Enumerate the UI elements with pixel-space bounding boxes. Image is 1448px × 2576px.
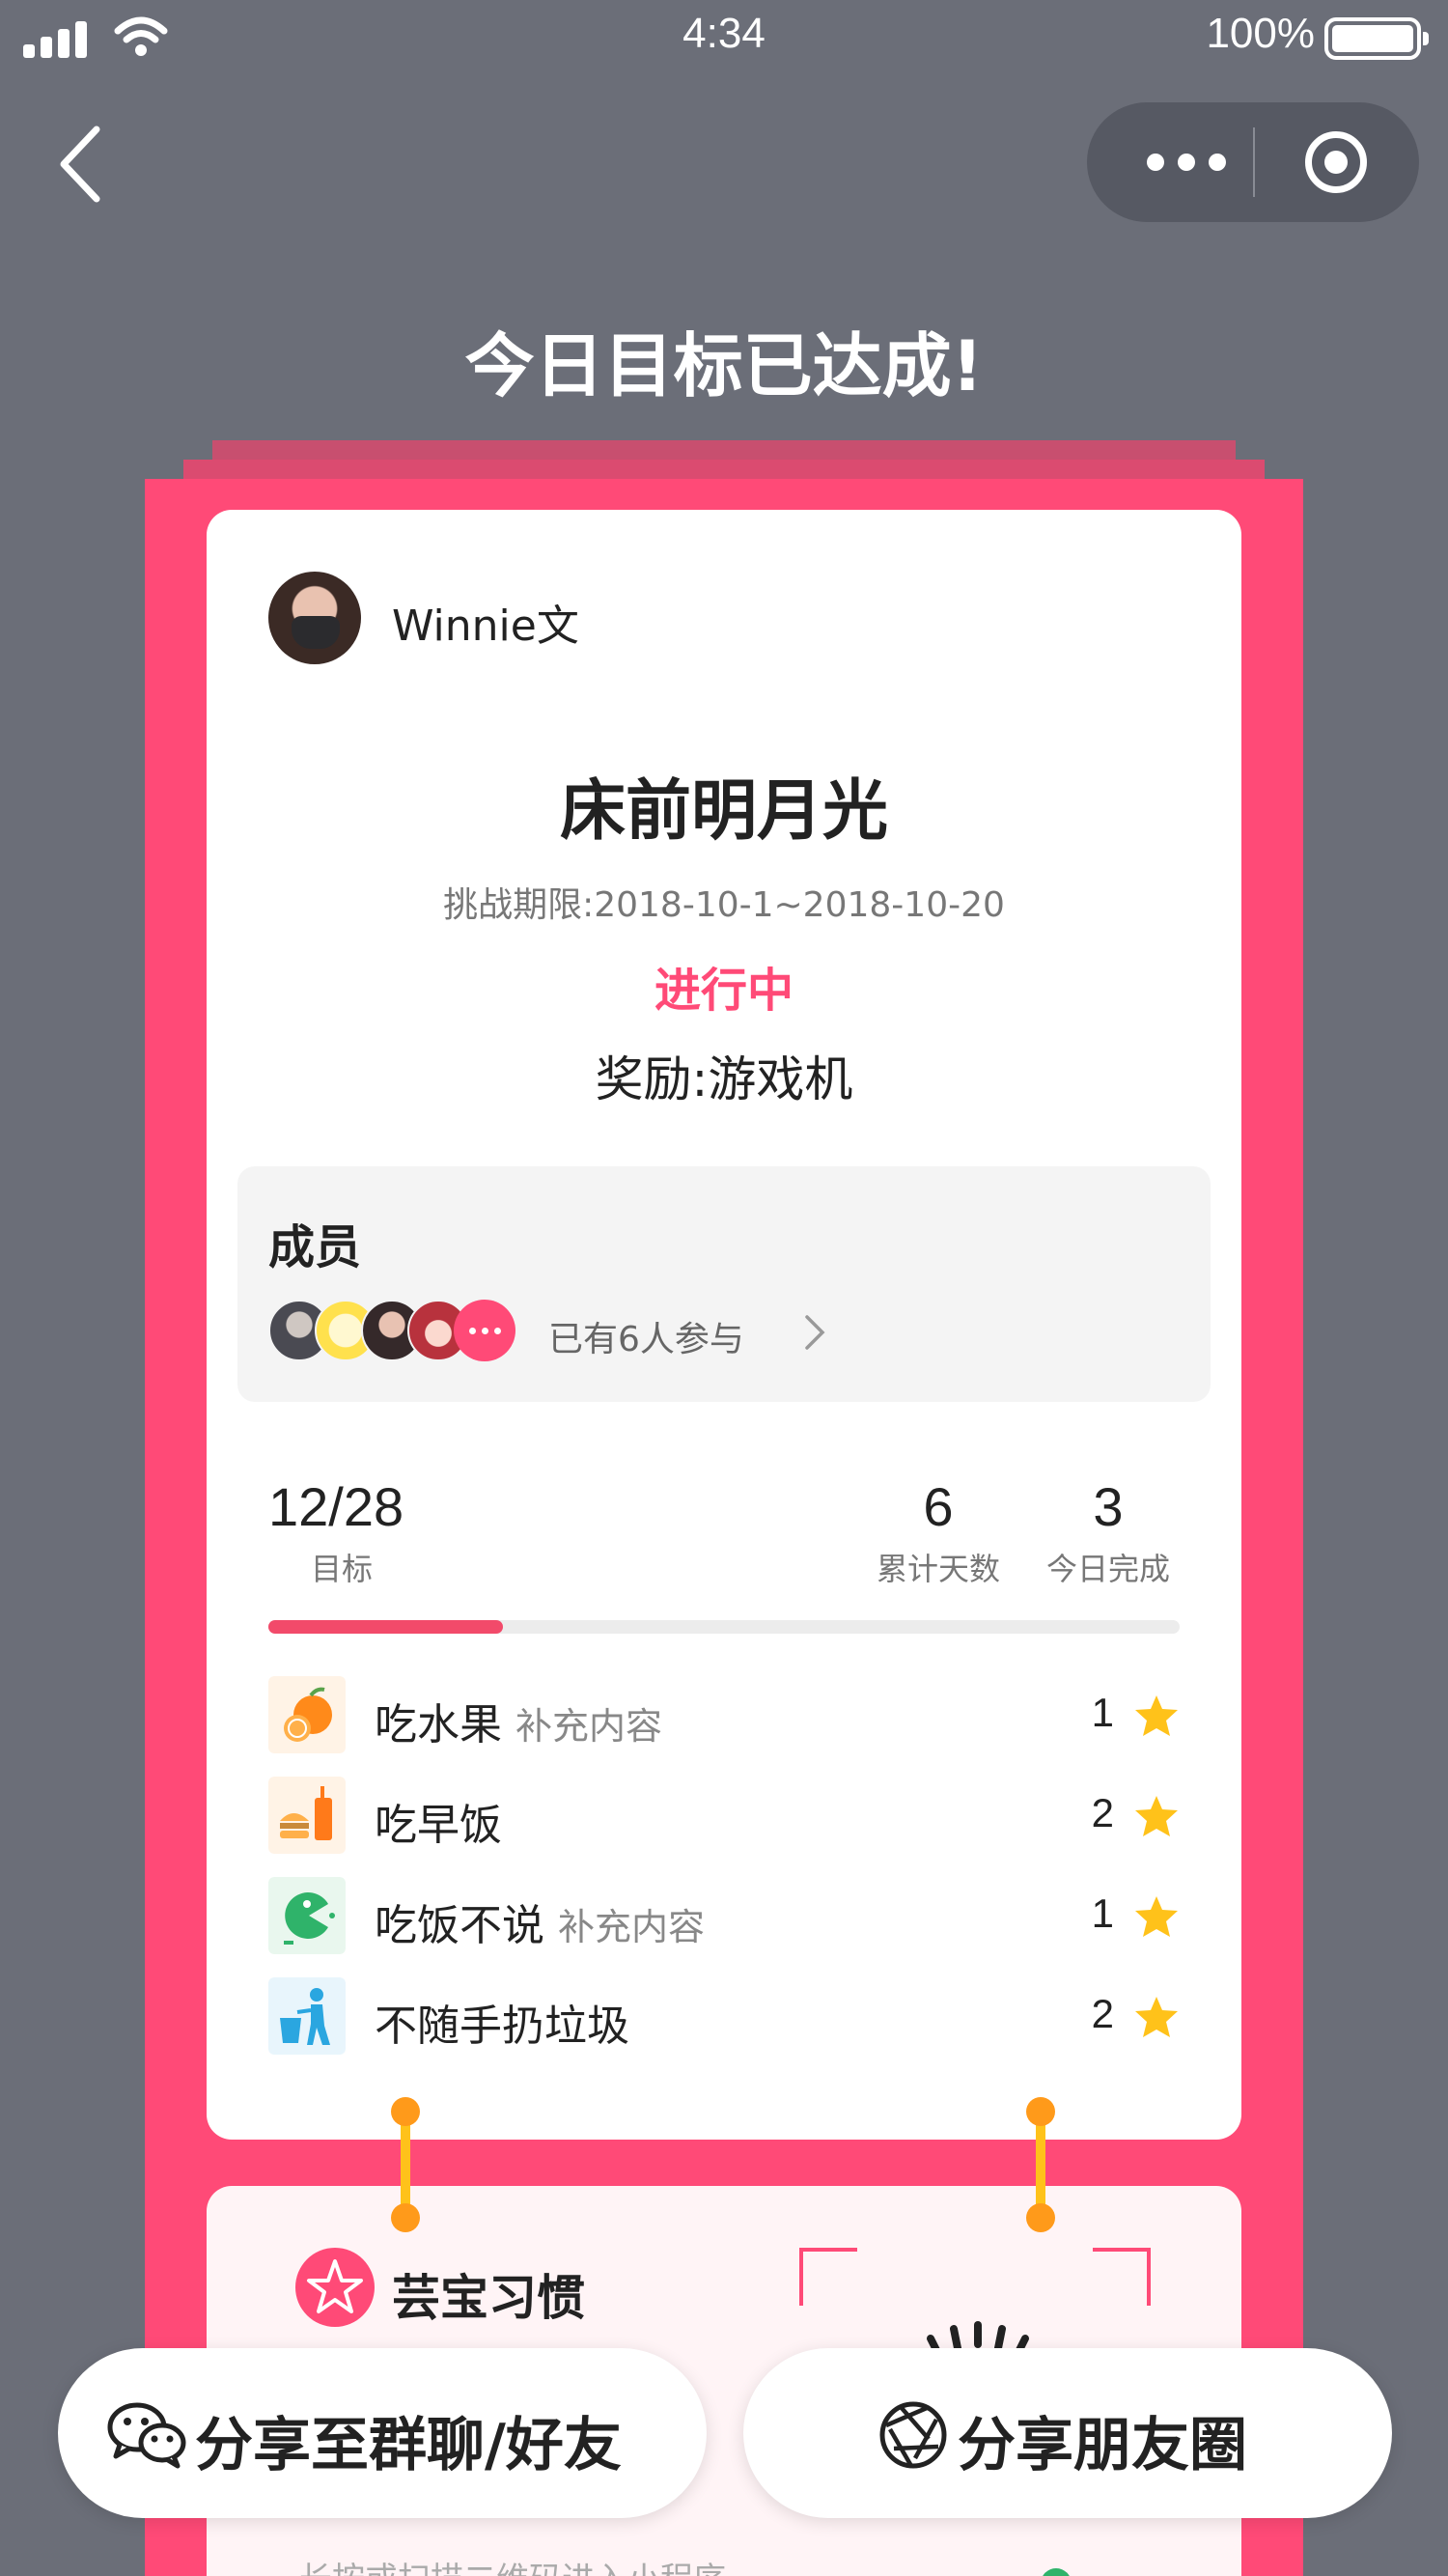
habit-count: 1: [1091, 1890, 1114, 1936]
moments-aperture-icon: [879, 2401, 947, 2469]
list-item: 吃早饭 2: [268, 1777, 1180, 1854]
scan-hint: 长按或扫描二维码进入小程序: [299, 2553, 726, 2576]
habit-count: 1: [1091, 1690, 1114, 1735]
habit-note: 补充内容: [515, 1705, 663, 1748]
star-icon: [1135, 1695, 1178, 1736]
star-icon: [1135, 1796, 1178, 1836]
stat-today-done-label: 今日完成: [1045, 1551, 1170, 1587]
list-item: 吃水果 补充内容 1: [268, 1676, 1180, 1753]
chevron-right-icon: [805, 1315, 825, 1350]
battery-percentage: 100%: [1206, 10, 1315, 57]
habit-count: 2: [1091, 1790, 1114, 1835]
challenge-deadline: 挑战期限:2018-10-1~2018-10-20: [443, 885, 1005, 925]
share-to-moments-button[interactable]: 分享朋友圈: [743, 2348, 1392, 2518]
user-name: Winnie文: [392, 602, 579, 651]
orange-icon: [268, 1676, 346, 1753]
members-panel[interactable]: 成员 已有6人参与: [237, 1166, 1211, 1402]
wechat-icon: [107, 2402, 186, 2469]
breakfast-icon: [268, 1777, 346, 1854]
status-bar: 4:34 100%: [0, 0, 1448, 77]
stat-total-days-value: 6: [923, 1476, 954, 1537]
star-icon: [1135, 1997, 1178, 2037]
list-item: 吃饭不说 补充内容 1: [268, 1877, 1180, 1954]
progress-bar-fill: [268, 1620, 503, 1634]
status-badge: 进行中: [654, 964, 794, 1018]
habit-name: 不随手扔垃圾: [375, 2002, 629, 2051]
back-arrow-icon[interactable]: [48, 116, 116, 212]
share-to-moments-label: 分享朋友圈: [958, 2412, 1247, 2479]
trash-icon: [268, 1977, 346, 2055]
share-to-chat-button[interactable]: 分享至群聊/好友: [58, 2348, 707, 2518]
challenge-title: 床前明月光: [559, 773, 888, 850]
mini-program-capsule: [1087, 102, 1419, 222]
clip-dot: [391, 2097, 420, 2126]
stat-total-days-label: 累计天数: [876, 1551, 1000, 1587]
clip-dot: [1026, 2203, 1055, 2232]
close-target-icon[interactable]: [1305, 131, 1367, 193]
clip-dot: [391, 2203, 420, 2232]
more-members-icon: [454, 1300, 515, 1361]
brand-name: 芸宝习惯: [392, 2270, 585, 2326]
pacman-icon: [268, 1877, 346, 1954]
brand-logo-icon: [295, 2248, 375, 2327]
member-avatars: [268, 1300, 519, 1365]
habit-note: 补充内容: [558, 1906, 706, 1948]
card-clip-left: [401, 2113, 410, 2217]
more-options-button[interactable]: [1133, 102, 1239, 222]
habit-count: 2: [1091, 1991, 1114, 2036]
habit-name: 吃早饭: [375, 1801, 502, 1850]
progress-label: 目标: [311, 1551, 374, 1587]
progress-bar: [268, 1620, 1180, 1634]
members-title: 成员: [268, 1220, 362, 1274]
star-icon: [1135, 1896, 1178, 1937]
clip-dot: [1026, 2097, 1055, 2126]
share-to-chat-label: 分享至群聊/好友: [195, 2412, 622, 2479]
avatar: [268, 572, 361, 664]
habit-name: 吃水果: [375, 1700, 502, 1750]
members-count: 已有6人参与: [548, 1320, 744, 1359]
habit-name: 吃饭不说: [375, 1901, 544, 1950]
list-item: 不随手扔垃圾 2: [268, 1977, 1180, 2055]
battery-icon: [1324, 17, 1429, 60]
card-clip-right: [1036, 2113, 1045, 2217]
reward-text: 奖励:游戏机: [595, 1051, 853, 1107]
page-headline: 今日目标已达成!: [464, 325, 984, 406]
capsule-divider: [1253, 127, 1255, 197]
challenge-card: Winnie文 床前明月光 挑战期限:2018-10-1~2018-10-20 …: [207, 510, 1241, 2140]
progress-value: 12/28: [268, 1476, 404, 1537]
stat-today-done-value: 3: [1093, 1476, 1124, 1537]
